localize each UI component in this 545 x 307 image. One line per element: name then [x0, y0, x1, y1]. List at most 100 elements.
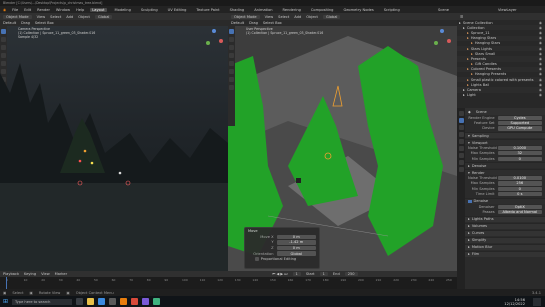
gizmo-z-icon[interactable]	[440, 29, 444, 33]
workspace-tab-rendering[interactable]: Rendering	[281, 8, 303, 12]
navigation-gizmo-right[interactable]	[432, 29, 452, 49]
timeline-menu-marker[interactable]: Marker	[55, 272, 67, 276]
denoiser-dropdown[interactable]: OptiX	[497, 204, 542, 209]
menu-view-right[interactable]: View	[265, 15, 274, 19]
transform-orientation-left[interactable]: Global	[94, 14, 113, 19]
chrome-icon[interactable]	[131, 298, 139, 305]
visibility-eye-icon[interactable]: ◉	[539, 67, 545, 71]
move-y-field[interactable]: -1.42 m	[276, 240, 316, 245]
visibility-eye-icon[interactable]: ◉	[539, 21, 545, 25]
object-tab-icon[interactable]	[458, 153, 464, 158]
workspace-tab-scripting[interactable]: Scripting	[382, 8, 402, 12]
visibility-eye-icon[interactable]: ◉	[539, 72, 545, 76]
sampling-section-header[interactable]: ▾ Sampling	[465, 132, 545, 139]
visibility-eye-icon[interactable]: ◉	[539, 57, 545, 61]
visibility-eye-icon[interactable]: ◉	[539, 83, 545, 87]
film-section[interactable]: ▸ Film	[465, 250, 545, 257]
visibility-eye-icon[interactable]: ◉	[539, 78, 545, 82]
visibility-eye-icon[interactable]: ◉	[539, 26, 545, 30]
workspace-tab-texture-paint[interactable]: Texture Paint	[194, 8, 221, 12]
transform-tool-icon[interactable]	[229, 69, 234, 74]
timeline-menu-keying[interactable]: Keying	[24, 272, 36, 276]
visibility-eye-icon[interactable]: ◉	[539, 62, 545, 66]
render-min-samples-field[interactable]: 0	[497, 186, 542, 191]
curves-section[interactable]: ▸ Curves	[465, 229, 545, 236]
menu-select-right[interactable]: Select	[278, 15, 289, 19]
move-x-field[interactable]: 0 m	[276, 234, 316, 239]
taskbar-search-input[interactable]: Type here to search	[12, 298, 73, 305]
start-frame-field[interactable]: 1	[319, 272, 328, 276]
checkbox-checked-icon[interactable]	[468, 199, 472, 204]
tool-tab-icon[interactable]	[458, 111, 464, 116]
viewport-min-samples-field[interactable]: 0	[497, 156, 542, 161]
workspace-tab-uv-editing[interactable]: UV Editing	[166, 8, 189, 12]
timeline-menu-playback[interactable]: Playback	[3, 272, 19, 276]
menu-file[interactable]: File	[12, 8, 18, 12]
measure-tool-icon[interactable]	[229, 85, 234, 90]
scale-tool-icon[interactable]	[229, 61, 234, 66]
visibility-eye-icon[interactable]: ◉	[539, 52, 545, 56]
menu-object-right[interactable]: Object	[306, 15, 318, 19]
material-tab-icon[interactable]	[458, 167, 464, 172]
workspace-tab-animation[interactable]: Animation	[252, 8, 274, 12]
play-controls-icon[interactable]: ⏮ ◀ ▶ ⏭	[272, 272, 287, 276]
device-dropdown[interactable]: GPU Compute	[497, 126, 542, 131]
browser-icon[interactable]	[98, 298, 106, 305]
select-tool-icon[interactable]	[229, 29, 234, 34]
select-box-right[interactable]: Select Box	[263, 21, 282, 25]
menu-window[interactable]: Window	[56, 8, 70, 12]
blender-logo-icon[interactable]: ◉	[3, 8, 6, 12]
output-tab-icon[interactable]	[458, 125, 464, 130]
workspace-tab-modeling[interactable]: Modeling	[113, 8, 133, 12]
viewport-max-samples-field[interactable]: 32	[497, 151, 542, 156]
outliner-display-mode-icon[interactable]: ☰	[460, 15, 463, 19]
orientation-dropdown[interactable]: Global	[276, 251, 316, 256]
windows-start-icon[interactable]: ⊞	[3, 298, 8, 305]
taskview-icon[interactable]	[76, 298, 84, 305]
move-z-field[interactable]: 0 m	[276, 245, 316, 251]
gizmo-x-icon[interactable]	[447, 39, 451, 43]
render-engine-dropdown[interactable]: Cycles	[497, 115, 542, 120]
render-tab-icon[interactable]	[458, 118, 464, 123]
viewport-denoise-subsection[interactable]: ▸ Denoise	[465, 162, 545, 169]
proportional-editing-checkbox[interactable]	[254, 257, 259, 262]
menu-select-left[interactable]: Select	[50, 15, 61, 19]
volumes-section[interactable]: ▸ Volumes	[465, 222, 545, 229]
annotate-tool-icon[interactable]	[229, 77, 234, 82]
visibility-eye-icon[interactable]: ◉	[539, 31, 545, 35]
timeline-ruler[interactable]: 0102030405060708090100110120130140150160…	[0, 277, 457, 289]
app-icon[interactable]	[142, 298, 150, 305]
file-explorer-icon[interactable]	[87, 298, 95, 305]
light-paths-section[interactable]: ▸ Lights Paths	[465, 215, 545, 222]
motion-blur-section[interactable]: ▸ Motion Blur	[465, 243, 545, 250]
menu-render[interactable]: Render	[37, 8, 50, 12]
scene-selector[interactable]: Scene	[438, 8, 449, 12]
scene-tab-icon[interactable]	[458, 139, 464, 144]
passes-dropdown[interactable]: Albedo and Normal	[497, 209, 542, 215]
workspace-tab-layout[interactable]: Layout	[90, 7, 107, 12]
current-frame-field[interactable]: 1	[292, 272, 301, 276]
blender-taskbar-icon[interactable]	[120, 298, 128, 305]
menu-edit[interactable]: Edit	[24, 8, 31, 12]
move-tool-icon[interactable]	[229, 45, 234, 50]
workspace-tab-sculpting[interactable]: Sculpting	[139, 8, 160, 12]
world-tab-icon[interactable]	[458, 146, 464, 151]
app-icon[interactable]	[153, 298, 161, 305]
view-layer-selector[interactable]: ViewLayer	[498, 8, 517, 12]
modifier-tab-icon[interactable]	[458, 160, 464, 165]
workspace-tab-shading[interactable]: Shading	[228, 8, 247, 12]
viewport-left-camera[interactable]: Object Mode View Select Add Object Globa…	[0, 13, 228, 271]
visibility-eye-icon[interactable]: ◉	[539, 47, 545, 51]
timeline-editor[interactable]: Playback Keying View Marker ⏮ ◀ ▶ ⏭ 1 St…	[0, 271, 457, 289]
taskbar-clock[interactable]: 14:56 12/12/2022	[504, 298, 525, 306]
render-max-samples-field[interactable]: 256	[497, 181, 542, 186]
menu-add-left[interactable]: Add	[66, 15, 73, 19]
visibility-eye-icon[interactable]: ◉	[539, 93, 545, 97]
transform-orientation-right[interactable]: Global	[322, 14, 341, 19]
viewport-noise-threshold-field[interactable]: 0.1000	[497, 145, 542, 150]
menu-view-left[interactable]: View	[37, 15, 46, 19]
playhead[interactable]	[6, 277, 7, 289]
drag-setting-left[interactable]: Drag	[21, 21, 30, 25]
visibility-eye-icon[interactable]: ◉	[539, 88, 545, 92]
menu-object-left[interactable]: Object	[78, 15, 90, 19]
